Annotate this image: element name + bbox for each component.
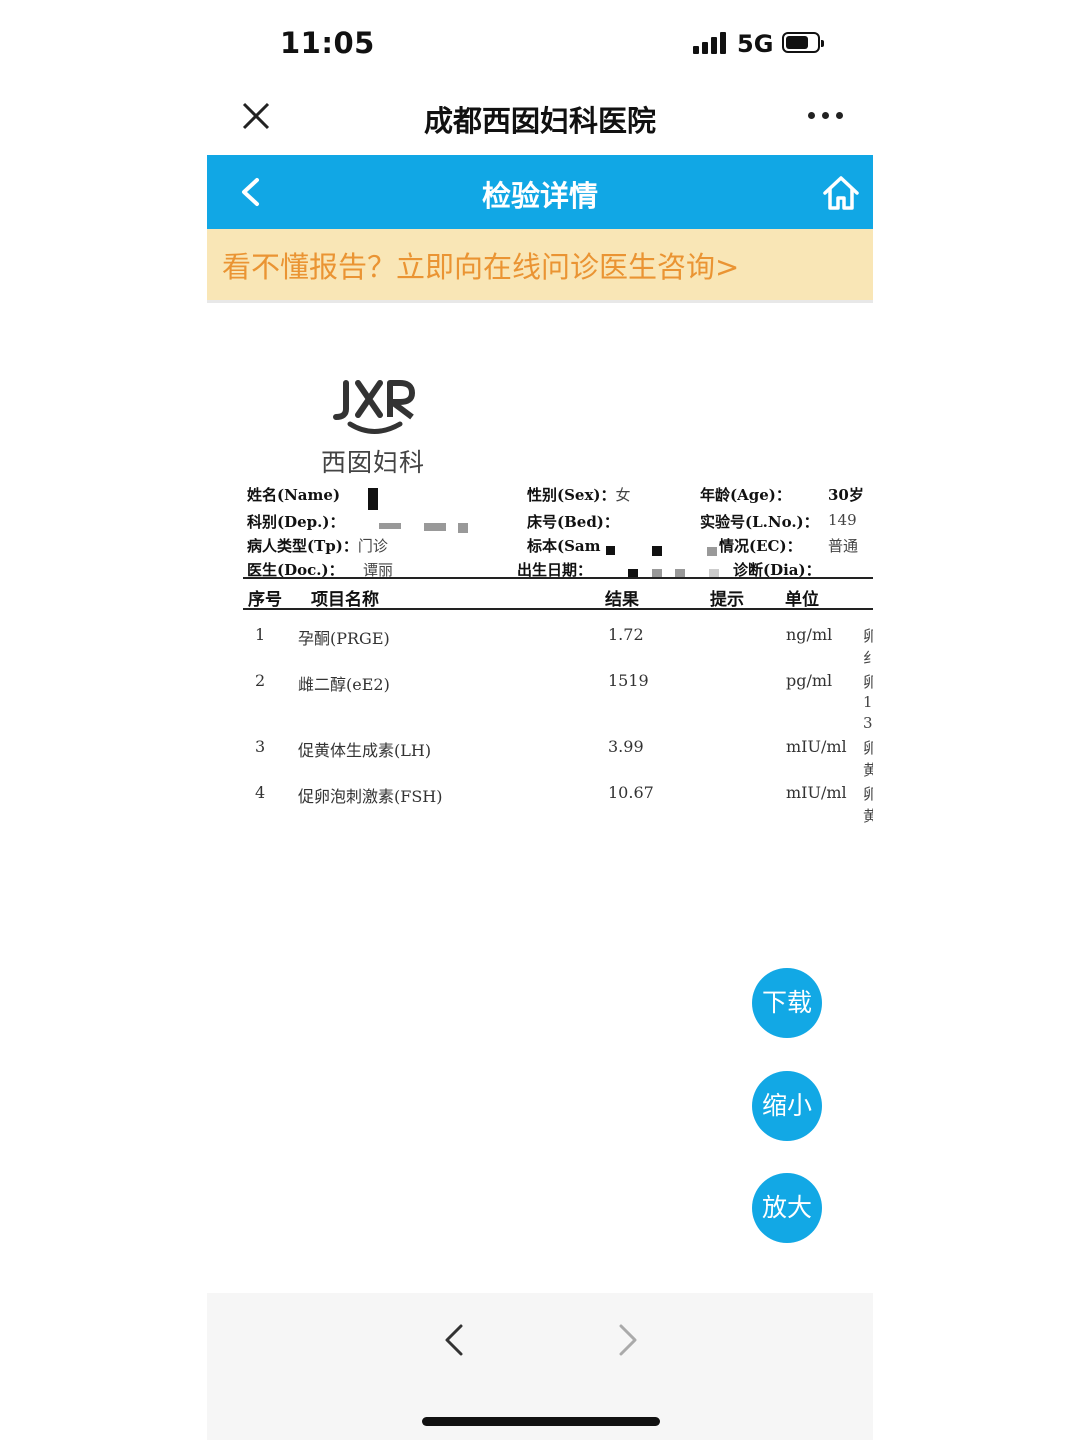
patient-type-field: 病人类型(Tp)：门诊 bbox=[247, 537, 388, 555]
ec-field: 情况(EC)： bbox=[719, 537, 802, 555]
page-title: 检验详情 bbox=[481, 179, 598, 213]
column-header-name: 项目名称 bbox=[311, 590, 379, 610]
zoom-out-button[interactable]: 缩小 bbox=[752, 1071, 822, 1141]
consult-banner[interactable]: 看不懂报告？立即向在线问诊医生咨询> bbox=[207, 229, 873, 303]
sample-field: 标本(Sam bbox=[527, 537, 601, 555]
jxr-logo-icon bbox=[333, 380, 415, 434]
name-field: 姓名(Name) bbox=[247, 486, 341, 504]
divider bbox=[243, 608, 873, 610]
lab-no-field: 实验号(L.No.)： bbox=[700, 513, 819, 531]
network-label: 5G bbox=[737, 30, 774, 58]
divider bbox=[243, 577, 873, 579]
column-header-hint: 提示 bbox=[710, 590, 744, 610]
report-document: 西囡妇科 姓名(Name) 性别(Sex)：女 年龄(Age)： 30岁 科别(… bbox=[207, 303, 873, 1293]
download-button[interactable]: 下载 bbox=[752, 968, 822, 1038]
column-header-no: 序号 bbox=[248, 590, 282, 610]
close-icon[interactable] bbox=[242, 102, 270, 130]
age-value: 30岁 bbox=[828, 486, 864, 504]
home-icon[interactable] bbox=[822, 174, 860, 212]
bottom-toolbar bbox=[207, 1293, 873, 1440]
page-header: 检验详情 bbox=[207, 155, 873, 229]
consult-link[interactable]: 看不懂报告？立即向在线问诊医生咨询> bbox=[222, 244, 739, 286]
bed-field: 床号(Bed)： bbox=[527, 513, 619, 531]
lab-no-value: 149 bbox=[828, 511, 857, 529]
app-title: 成都西囡妇科医院 bbox=[423, 104, 656, 138]
department-field: 科别(Dep.)： bbox=[247, 513, 345, 531]
more-icon[interactable] bbox=[806, 112, 846, 122]
zoom-in-button[interactable]: 放大 bbox=[752, 1173, 822, 1243]
battery-icon bbox=[782, 32, 824, 53]
home-indicator bbox=[422, 1417, 660, 1426]
sex-field: 性别(Sex)：女 bbox=[527, 486, 631, 504]
chevron-left-icon[interactable] bbox=[443, 1323, 465, 1357]
age-field: 年龄(Age)： bbox=[700, 486, 791, 504]
signal-icon bbox=[693, 32, 729, 54]
ec-value: 普通 bbox=[828, 537, 859, 555]
logo-text: 西囡妇科 bbox=[321, 448, 426, 477]
column-header-result: 结果 bbox=[605, 590, 639, 610]
column-header-unit: 单位 bbox=[785, 590, 819, 610]
status-time: 11:05 bbox=[280, 26, 375, 60]
chevron-right-icon[interactable] bbox=[617, 1323, 639, 1357]
